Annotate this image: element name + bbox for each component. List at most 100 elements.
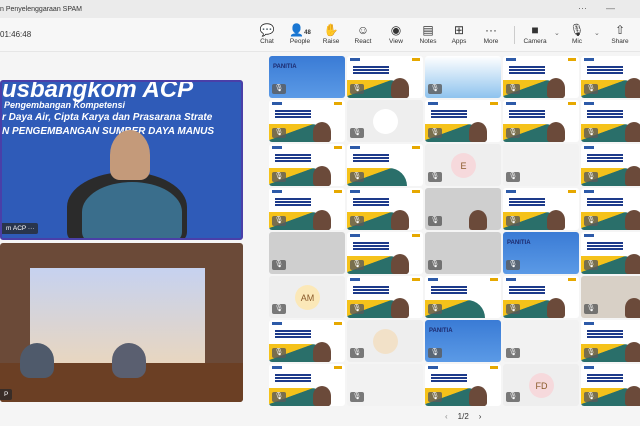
page-indicator: 1/2 — [457, 412, 469, 421]
minimize-button[interactable]: — — [606, 3, 615, 13]
notes-button[interactable]: ▤ Notes — [412, 22, 444, 45]
pu-logo — [584, 146, 594, 149]
mic-off-icon: 🎙 — [569, 23, 585, 37]
participant-tile[interactable]: 🎙 — [581, 100, 640, 142]
ministry-logo — [490, 102, 498, 105]
participant-tile[interactable]: 🎙 — [269, 320, 345, 362]
panitia-label: PANITIA — [429, 328, 453, 334]
participant-face — [391, 298, 409, 318]
mic-off-icon: 🎙 — [584, 128, 598, 138]
participant-tile[interactable]: 🎙 — [581, 144, 640, 186]
share-button[interactable]: ⇧ Share — [604, 22, 636, 45]
participant-tile[interactable]: 🎙 — [581, 364, 640, 406]
title-bar: n Penyelenggaraan SPAM ··· — — [0, 0, 640, 18]
mic-off-icon: 🎙 — [272, 304, 286, 314]
participant-tile[interactable]: 🎙 — [347, 188, 423, 230]
participant-name: P — [0, 389, 13, 400]
mic-off-icon: 🎙 — [506, 348, 520, 358]
mic-off-icon: 🎙 — [584, 84, 598, 94]
participant-tile[interactable]: PANITIA 🎙 — [503, 232, 579, 274]
participant-face — [391, 210, 409, 230]
raise-button[interactable]: ✋ Raise — [315, 22, 347, 45]
pu-logo — [272, 146, 282, 149]
mic-off-icon: 🎙 — [350, 348, 364, 358]
mic-off-icon: 🎙 — [350, 304, 364, 314]
speaker-video-tile[interactable]: usbangkom ACP Pengembangan Kompetensi r … — [0, 80, 243, 240]
participant-tile[interactable]: AM 🎙 — [269, 276, 345, 318]
mic-off-icon: 🎙 — [272, 172, 286, 182]
participant-tile[interactable]: 🎙 — [347, 364, 423, 406]
ministry-logo — [334, 190, 342, 193]
participant-tile[interactable]: 🎙 — [581, 232, 640, 274]
more-button[interactable]: ··· More — [475, 22, 507, 45]
participant-face — [313, 386, 331, 406]
avatar-initials — [373, 109, 398, 134]
view-button[interactable]: ◉ View — [380, 22, 412, 45]
mic-off-icon: 🎙 — [428, 392, 442, 402]
mic-off-icon: 🎙 — [584, 216, 598, 226]
participant-tile[interactable]: 🎙 — [269, 144, 345, 186]
participant-tile[interactable]: 🎙 — [581, 56, 640, 98]
mic-button[interactable]: 🎙 Mic — [561, 22, 593, 45]
people-button[interactable]: 👤48 People — [284, 22, 316, 45]
participant-tile[interactable]: 🎙 — [503, 276, 579, 318]
ministry-logo — [334, 146, 342, 149]
ministry-logo — [412, 58, 420, 61]
banner-line: Pengembangan Kompetensi — [4, 100, 126, 110]
participant-tile[interactable]: E 🎙 — [425, 144, 501, 186]
speaker-shirt — [82, 182, 182, 238]
participant-tile[interactable]: 🎙 — [425, 276, 501, 318]
participant-name: m ACP ··· — [2, 223, 39, 234]
participant-tile[interactable]: 🎙 — [425, 100, 501, 142]
participant-right — [112, 343, 146, 378]
slide-heading — [509, 286, 545, 288]
chat-button[interactable]: 💬 Chat — [251, 22, 283, 45]
next-page-button[interactable]: › — [479, 412, 482, 421]
react-button[interactable]: ☺ React — [347, 22, 379, 45]
participant-tile[interactable]: 🎙 — [503, 188, 579, 230]
participant-tile[interactable]: 🎙 — [503, 56, 579, 98]
button-label: People — [289, 38, 311, 45]
participant-tile[interactable]: 🎙 — [347, 232, 423, 274]
participant-tile[interactable]: 🎙 — [347, 320, 423, 362]
participant-tile[interactable]: 🎙 — [503, 320, 579, 362]
camera-options-chevron-icon[interactable]: ⌄ — [554, 29, 560, 37]
participant-tile[interactable]: PANITIA 🎙 — [269, 56, 345, 98]
participant-tile[interactable]: 🎙 — [347, 144, 423, 186]
participant-tile[interactable]: FD 🎙 — [503, 364, 579, 406]
slide-heading — [509, 66, 545, 68]
slide-heading — [353, 154, 389, 156]
participant-tile[interactable]: 🎙 — [425, 364, 501, 406]
participant-tile[interactable]: 🎙 — [425, 188, 501, 230]
mic-off-icon: 🎙 — [584, 260, 598, 270]
camera-button[interactable]: ■ Camera — [519, 22, 551, 45]
participant-tile[interactable]: 🎙 — [581, 276, 640, 318]
apps-button[interactable]: ⊞ Apps — [443, 22, 475, 45]
participant-tile[interactable]: 🎙 — [503, 100, 579, 142]
room-video-tile[interactable]: P — [0, 243, 243, 402]
participant-tile[interactable]: 🎙 — [425, 56, 501, 98]
more-options-icon[interactable]: ··· — [578, 3, 587, 13]
participant-tile[interactable]: 🎙 — [347, 56, 423, 98]
participant-tile[interactable]: 🎙 — [347, 100, 423, 142]
participant-tile[interactable]: 🎙 — [269, 232, 345, 274]
participant-tile[interactable]: PANITIA 🎙 — [425, 320, 501, 362]
participant-tile[interactable]: 🎙 — [269, 188, 345, 230]
participant-tile[interactable]: 🎙 — [581, 320, 640, 362]
participant-face — [313, 210, 331, 230]
slide-heading — [275, 154, 311, 156]
participant-tile[interactable]: 🎙 — [581, 188, 640, 230]
slide-heading — [587, 66, 623, 68]
mic-off-icon: 🎙 — [272, 348, 286, 358]
participant-tile[interactable]: 🎙 — [269, 100, 345, 142]
participant-tile[interactable]: 🎙 — [425, 232, 501, 274]
prev-page-button[interactable]: ‹ — [445, 412, 448, 421]
share-icon: ⇧ — [614, 23, 626, 37]
mic-off-icon: 🎙 — [584, 304, 598, 314]
participant-tile[interactable]: 🎙 — [269, 364, 345, 406]
participant-tile[interactable]: 🎙 — [347, 276, 423, 318]
mic-options-chevron-icon[interactable]: ⌄ — [594, 29, 600, 37]
participant-left — [20, 343, 54, 378]
participant-tile[interactable]: 🎙 — [503, 144, 579, 186]
ministry-logo — [490, 278, 498, 281]
